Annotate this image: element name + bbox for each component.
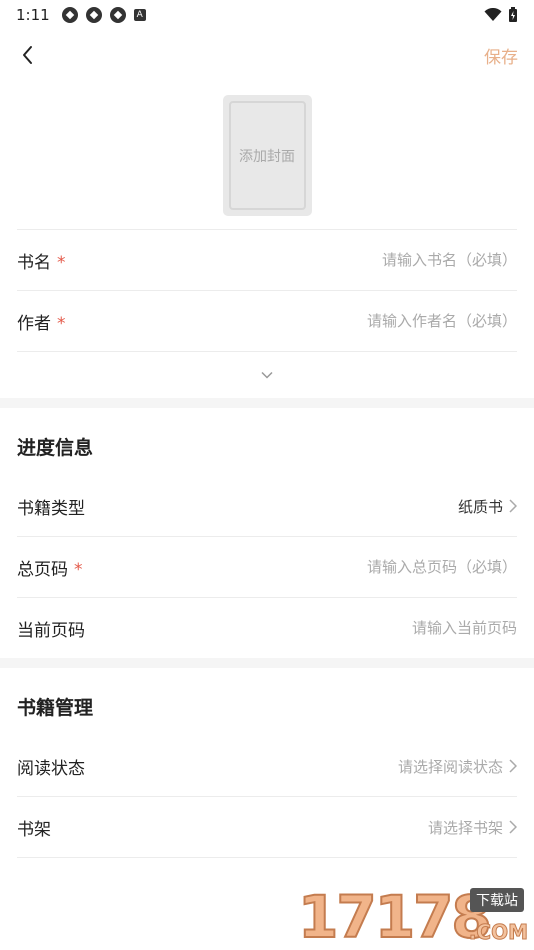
notification-icon [61, 7, 78, 23]
bookshelf-label: 书架 [17, 819, 51, 840]
bookshelf-row[interactable]: 书架 请选择书架 [0, 797, 534, 857]
current-page-label: 当前页码 [17, 620, 85, 641]
save-button[interactable]: 保存 [484, 43, 518, 68]
book-title-input[interactable] [297, 251, 517, 269]
book-title-label: 书名 * [17, 252, 66, 273]
reading-status-selector[interactable]: 请选择阅读状态 [398, 756, 517, 777]
status-bar: 1:11 A [0, 0, 534, 30]
book-title-row: 书名 * [0, 230, 534, 290]
notification-icon [109, 7, 126, 23]
reading-status-placeholder: 请选择阅读状态 [397, 757, 503, 776]
divider [17, 857, 517, 858]
watermark-com: .COM [468, 920, 528, 945]
section-gap [0, 398, 534, 408]
required-mark: * [57, 313, 66, 334]
book-type-label: 书籍类型 [17, 498, 85, 519]
back-button[interactable] [16, 43, 40, 67]
current-page-row: 当前页码 [0, 598, 534, 658]
chevron-down-icon [261, 371, 273, 379]
chevron-left-icon [23, 46, 32, 64]
watermark-logo: 17178 下载站 .COM [297, 883, 529, 950]
watermark-digits: 17178 [297, 883, 493, 950]
reading-status-label: 阅读状态 [17, 758, 85, 779]
add-cover-button[interactable]: 添加封面 [222, 95, 312, 216]
bookshelf-selector[interactable]: 请选择书架 [428, 817, 517, 838]
required-mark: * [57, 252, 66, 273]
expand-more-button[interactable] [0, 352, 534, 398]
total-pages-input[interactable] [297, 558, 517, 576]
battery-icon [509, 7, 517, 22]
total-pages-row: 总页码 * [0, 537, 534, 597]
reading-status-row[interactable]: 阅读状态 请选择阅读状态 [0, 744, 534, 788]
book-type-selector[interactable]: 纸质书 [458, 496, 517, 517]
notification-icon [85, 7, 102, 23]
section-gap [0, 658, 534, 668]
progress-section-title: 进度信息 [17, 436, 94, 459]
chevron-right-icon [509, 820, 517, 834]
bookshelf-placeholder: 请选择书架 [427, 818, 503, 837]
author-input[interactable] [297, 312, 517, 330]
add-cover-label: 添加封面 [239, 148, 295, 165]
chevron-right-icon [509, 759, 517, 773]
status-time: 1:11 [16, 6, 50, 24]
total-pages-label: 总页码 * [17, 559, 83, 580]
current-page-input[interactable] [297, 619, 517, 637]
management-section-title: 书籍管理 [17, 696, 94, 719]
author-label: 作者 * [17, 313, 66, 334]
book-type-value: 纸质书 [457, 497, 503, 516]
top-bar: 保存 [0, 30, 534, 80]
a-notification-icon: A [133, 9, 146, 21]
required-mark: * [74, 559, 83, 580]
status-right [484, 7, 518, 23]
status-left: 1:11 A [16, 6, 146, 24]
watermark-tag: 下载站 [470, 888, 524, 912]
chevron-right-icon [509, 499, 517, 513]
author-row: 作者 * [0, 291, 534, 351]
wifi-icon [484, 8, 502, 21]
book-type-row[interactable]: 书籍类型 纸质书 [0, 484, 534, 528]
cover-section: 添加封面 [0, 95, 534, 216]
